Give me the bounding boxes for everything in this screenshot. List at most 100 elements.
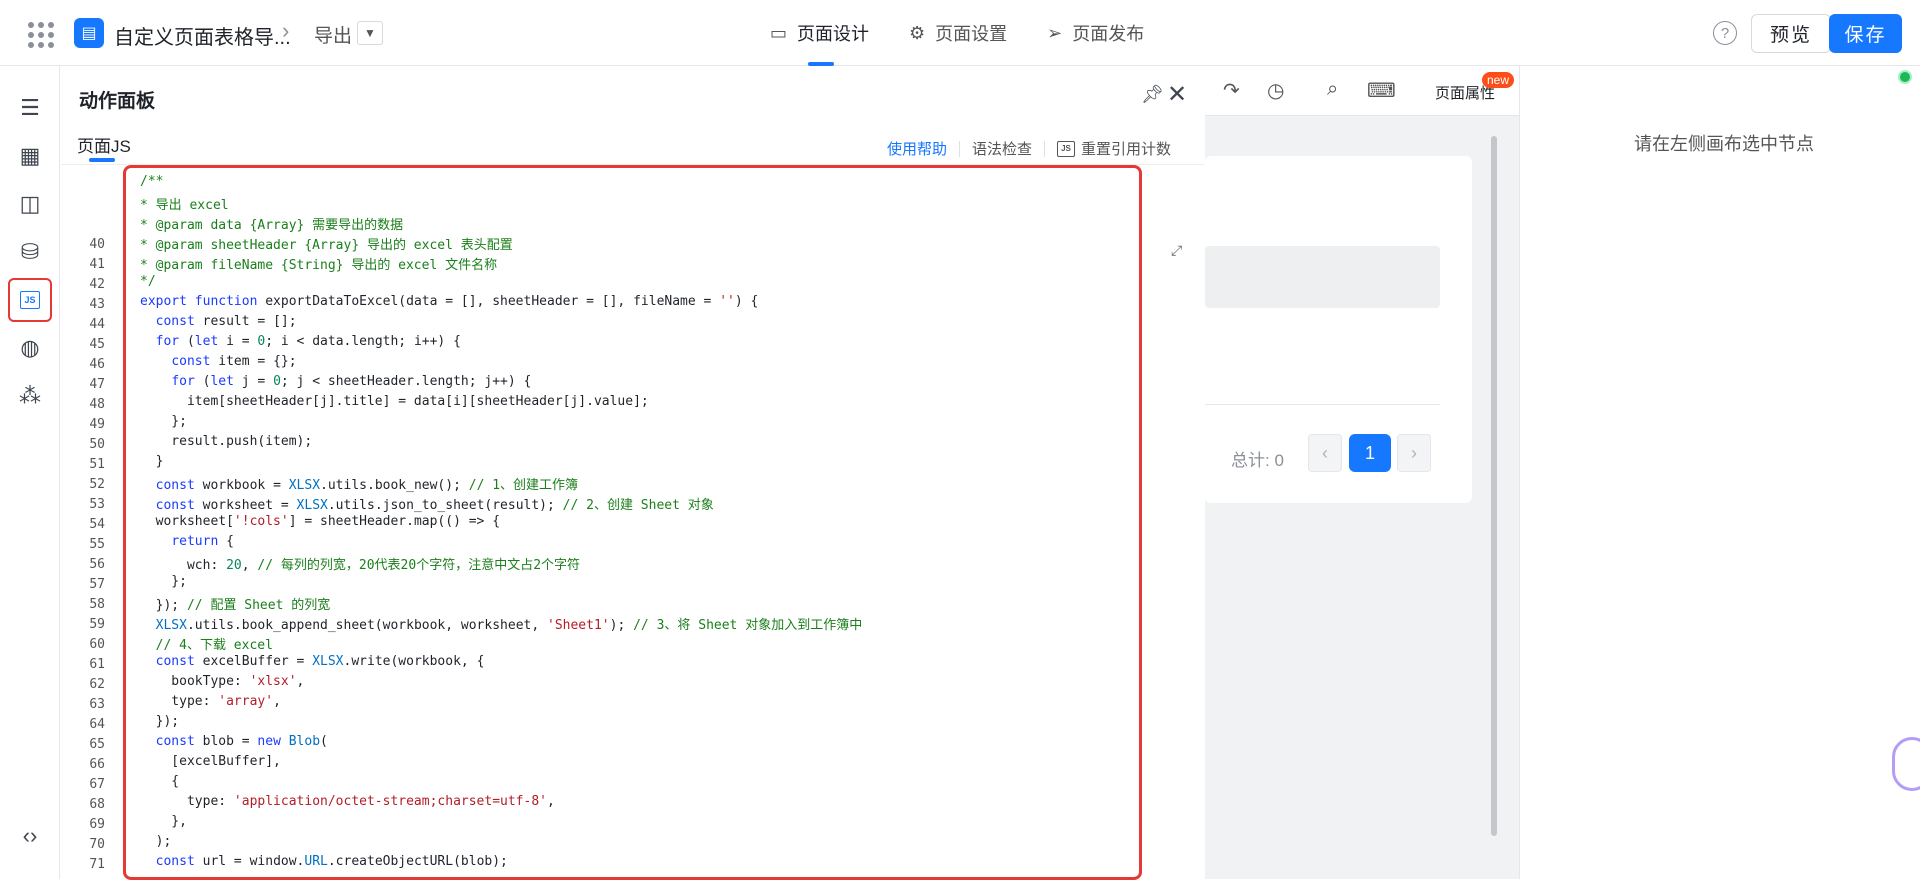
chevron-right-icon: › — [282, 18, 290, 43]
gear-icon: ⚙ — [909, 22, 926, 43]
reset-ref-count-button[interactable]: JS 重置引用计数 — [1056, 138, 1171, 159]
code-editor[interactable]: 40 41 42 43 44 45 46 47 48 49 50 51 52 5… — [61, 164, 1205, 880]
code-brackets-icon[interactable]: ‹› — [8, 814, 52, 858]
top-bar: ▤ 自定义页面表格导... › 导出 ▼ ▭ 页面设计 ⚙ 页面设置 ➢ 页面发… — [0, 0, 1920, 66]
line-number: 57 — [89, 577, 105, 592]
divider — [958, 140, 960, 157]
line-number: 48 — [89, 397, 105, 412]
expand-icon[interactable]: ⤢ — [1171, 242, 1182, 259]
action-panel: 动作面板 📌︎ ✕ 页面JS 使用帮助 语法检查 JS 重置引用计数 40 41… — [61, 66, 1205, 880]
code-line: * @param sheetHeader {Array} 导出的 excel 表… — [140, 238, 513, 253]
pin-icon[interactable]: 📌︎ — [1141, 84, 1164, 105]
code-line: const url = window.URL.createObjectURL(b… — [155, 854, 508, 869]
line-number: 62 — [89, 677, 105, 692]
code-line: const item = {}; — [171, 354, 297, 369]
help-link[interactable]: 使用帮助 — [887, 138, 947, 159]
code-line: /** — [140, 174, 164, 189]
code-line: const blob = new Blob( — [155, 734, 328, 749]
tab-page-js[interactable]: 页面JS — [77, 132, 131, 162]
code-line: bookType: 'xlsx', — [140, 674, 305, 689]
apps-icon[interactable]: ⁂ — [8, 374, 52, 418]
code-line: { — [140, 774, 180, 789]
prev-page-button[interactable]: ‹ — [1308, 434, 1342, 472]
close-icon[interactable]: ✕ — [1167, 80, 1187, 109]
sidebar-item-js[interactable]: JS — [8, 278, 52, 322]
components-grid-icon[interactable]: ▦ — [8, 134, 52, 178]
line-number: 68 — [89, 797, 105, 812]
js-icon: JS — [20, 291, 40, 309]
code-line: const workbook = XLSX.utils.book_new(); … — [155, 478, 579, 493]
code-line: * 导出 excel — [140, 198, 229, 213]
line-number: 58 — [89, 597, 105, 612]
preview-button[interactable]: 预览 — [1751, 14, 1831, 53]
line-number: 45 — [89, 337, 105, 352]
line-number: 44 — [89, 317, 105, 332]
data-source-icon[interactable]: ⛁ — [8, 230, 52, 274]
sub-page-dropdown-icon[interactable]: ▼ — [357, 21, 383, 45]
line-number: 59 — [89, 617, 105, 632]
code-line: const worksheet = XLSX.utils.json_to_she… — [155, 498, 714, 513]
tab-label: 页面发布 — [1072, 24, 1145, 44]
canvas-scrollbar[interactable] — [1491, 136, 1497, 836]
code-line: type: 'application/octet-stream;charset=… — [140, 794, 555, 809]
js-icon: JS — [1056, 140, 1075, 157]
code-line: return { — [171, 534, 234, 549]
code-line: item[sheetHeader[j].title] = data[i][she… — [140, 394, 649, 409]
line-number: 50 — [89, 437, 105, 452]
design-canvas: ↷ ◷ ⌕ ⌨ 页面属性 new 总计: 0 ‹ 1 › — [1205, 66, 1519, 879]
left-sidebar: ☰ ▦ ◫ ⛁ JS ◍ ⁂ ‹› — [0, 66, 60, 879]
line-number: 46 — [89, 357, 105, 372]
apps-grid-icon[interactable] — [24, 18, 54, 48]
layout-icon: ▭ — [770, 22, 788, 43]
total-count: 总计: 0 — [1231, 451, 1284, 470]
code-line: const result = []; — [155, 314, 297, 329]
code-line: }; — [140, 574, 187, 589]
line-number-gutter: 40 41 42 43 44 45 46 47 48 49 50 51 52 5… — [61, 165, 123, 880]
keyboard-icon[interactable]: ⌨ — [1367, 78, 1396, 103]
search-icon[interactable]: ⌕ — [1327, 78, 1338, 101]
editor-actions: 使用帮助 语法检查 JS 重置引用计数 — [887, 138, 1171, 159]
line-number: 51 — [89, 457, 105, 472]
help-icon[interactable]: ? — [1713, 21, 1737, 45]
outline-tree-icon[interactable]: ☰ — [8, 86, 52, 130]
line-number: 49 — [89, 417, 105, 432]
code-line: */ — [140, 274, 156, 289]
lint-button[interactable]: 语法检查 — [972, 138, 1032, 159]
assistant-float-button[interactable] — [1892, 737, 1920, 791]
tab-page-settings[interactable]: ⚙ 页面设置 — [909, 0, 1007, 66]
redo-icon[interactable]: ↷ — [1223, 78, 1240, 103]
page-title[interactable]: 自定义页面表格导... — [114, 21, 291, 50]
line-number: 71 — [89, 857, 105, 872]
tab-page-publish[interactable]: ➢ 页面发布 — [1047, 0, 1144, 66]
next-page-button[interactable]: › — [1397, 434, 1431, 472]
main-tabs: ▭ 页面设计 ⚙ 页面设置 ➢ 页面发布 — [770, 0, 1144, 66]
line-number: 63 — [89, 697, 105, 712]
code-highlight-box[interactable]: /** * 导出 excel * @param data {Array} 需要导… — [123, 165, 1142, 880]
save-button[interactable]: 保存 — [1829, 14, 1902, 53]
tab-label: 页面设计 — [797, 24, 870, 44]
canvas-toolbar: ↷ ◷ ⌕ ⌨ 页面属性 new — [1205, 66, 1519, 116]
code-line: } — [140, 454, 164, 469]
properties-panel: 请在左侧画布选中节点 — [1519, 66, 1920, 879]
divider — [1043, 140, 1045, 157]
layout-panel-icon[interactable]: ◫ — [8, 182, 52, 226]
history-icon[interactable]: ◷ — [1267, 78, 1284, 103]
line-number: 42 — [89, 277, 105, 292]
line-number: 54 — [89, 517, 105, 532]
code-line: }); // 配置 Sheet 的列宽 — [140, 598, 331, 613]
divider — [1205, 404, 1440, 405]
sub-page-name[interactable]: 导出 — [314, 21, 352, 48]
code-line: for (let i = 0; i < data.length; i++) { — [155, 334, 461, 349]
line-number: 70 — [89, 837, 105, 852]
tab-label: 页面设置 — [935, 24, 1008, 44]
line-number: 52 — [89, 477, 105, 492]
code-line: worksheet['!cols'] = sheetHeader.map(() … — [140, 514, 501, 529]
code-line: for (let j = 0; j < sheetHeader.length; … — [171, 374, 532, 389]
table-header-placeholder — [1205, 246, 1440, 308]
current-page-button[interactable]: 1 — [1349, 434, 1391, 472]
code-line: wch: 20, // 每列的列宽，20代表20个字符，注意中文占2个字符 — [140, 558, 581, 573]
globe-icon[interactable]: ◍ — [8, 326, 52, 370]
line-number: 69 — [89, 817, 105, 832]
line-number: 60 — [89, 637, 105, 652]
tab-page-design[interactable]: ▭ 页面设计 — [770, 0, 869, 66]
